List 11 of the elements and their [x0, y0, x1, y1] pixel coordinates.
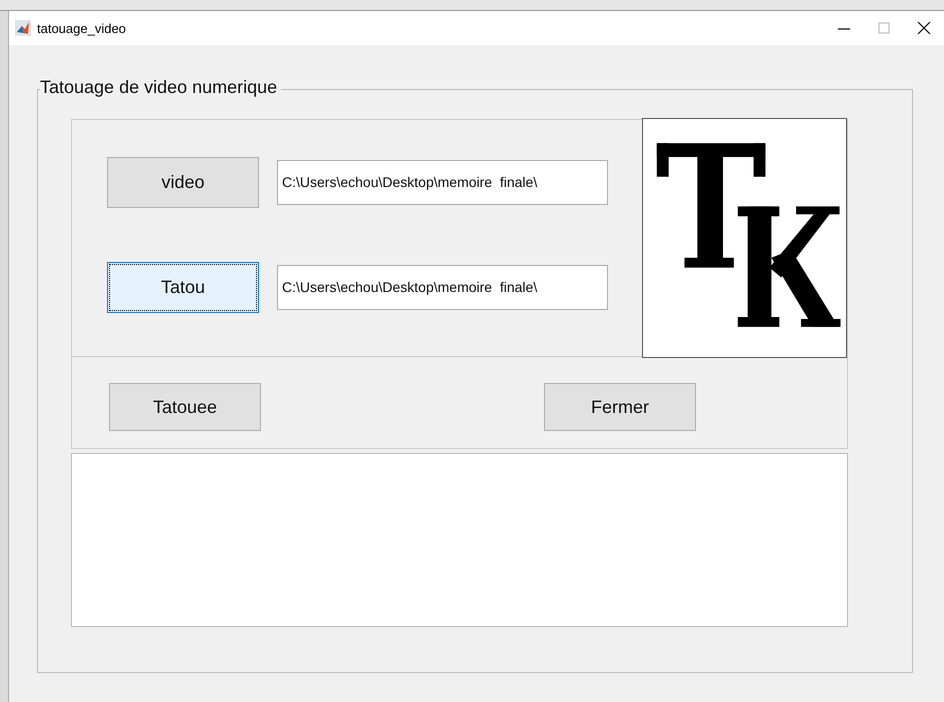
group-title: Tatouage de video numerique [40, 77, 282, 98]
maximize-icon [878, 22, 890, 34]
window-title: tatouage_video [37, 20, 126, 36]
path-field[interactable]: C:\Users\echou\Desktop\memoire finale\ [277, 264, 608, 310]
load-button[interactable]: video [107, 156, 259, 208]
load-button[interactable]: Tatou [107, 262, 259, 312]
path-field[interactable]: C:\Users\echou\Desktop\memoire finale\ [277, 160, 608, 204]
action-button[interactable]: Tatouee [109, 383, 261, 431]
close-icon [917, 21, 931, 35]
action-button[interactable]: Fermer [544, 383, 696, 431]
app-icon [15, 20, 31, 36]
